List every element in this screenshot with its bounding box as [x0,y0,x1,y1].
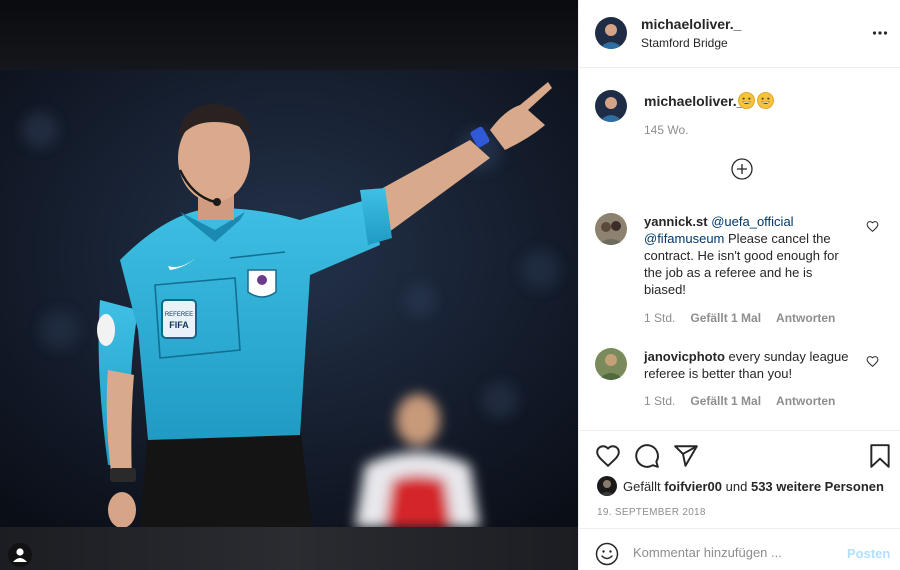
post-date[interactable]: 19. SEPTEMBER 2018 [597,507,706,518]
share-paper-plane-icon[interactable] [673,443,699,469]
grinning-face-icon [757,92,774,109]
comment-reply-button[interactable]: Antworten [776,311,835,325]
liked-by-prefix: Gefällt [623,478,661,494]
like-heart-icon[interactable] [595,443,621,469]
comment-input[interactable] [633,541,833,563]
post-side-panel: michaeloliver._ Stamford Bridge michaelo… [578,0,900,570]
caption-username[interactable]: michaeloliver._ [644,93,744,109]
comment-like-count[interactable]: Gefällt 1 Mal [690,394,761,408]
photo-top-letterbox [0,0,578,70]
caption-text [738,92,774,109]
commenter-avatar[interactable] [595,213,627,245]
author-username[interactable]: michaeloliver._ [641,16,741,32]
comment-text: yannick.st @uefa_official @fifamuseum Pl… [644,213,854,298]
comment-like-heart-icon[interactable] [866,355,879,368]
load-more-comments-icon[interactable] [731,158,753,180]
comment-mention[interactable]: @uefa_official [711,214,793,229]
photo-pane: REFEREE FIFA [0,0,578,570]
post-actions: Gefällt foifvier00 und 533 weitere Perso… [579,430,900,528]
caption-author-avatar[interactable] [595,90,627,122]
user-tag-icon[interactable] [8,543,32,567]
comment-like-heart-icon[interactable] [866,220,879,233]
comment-meta: 1 Std. Gefällt 1 Mal Antworten [644,394,835,408]
post-header: michaeloliver._ Stamford Bridge [579,0,900,68]
comments-section: michaeloliver._ 145 Wo. yannick.st @uefa… [579,68,900,430]
more-options-icon[interactable] [872,25,888,41]
photo-bottom-letterbox [0,527,578,570]
grinning-face-icon [738,92,755,109]
svg-text:FIFA: FIFA [169,320,189,330]
comment-text: janovicphoto every sunday league referee… [644,348,854,382]
comment-reply-button[interactable]: Antworten [776,394,835,408]
liked-by-user[interactable]: foifvier00 [664,479,722,494]
liked-by-connector: und [725,478,748,494]
comment-meta: 1 Std. Gefällt 1 Mal Antworten [644,311,835,325]
svg-text:REFEREE: REFEREE [165,312,193,318]
comment-username[interactable]: yannick.st [644,214,708,229]
comment-time[interactable]: 1 Std. [644,394,675,408]
liker-avatar[interactable] [597,476,617,496]
commenter-avatar[interactable] [595,348,627,380]
comment-time[interactable]: 1 Std. [644,311,675,325]
liked-by-summary: Gefällt foifvier00 und 533 weitere Perso… [597,476,884,496]
comment-mention[interactable]: @fifamuseum [644,231,724,246]
comment-like-count[interactable]: Gefällt 1 Mal [690,311,761,325]
emoji-smiley-icon[interactable] [595,542,619,566]
comment-bubble-icon[interactable] [634,443,660,469]
post-location[interactable]: Stamford Bridge [641,36,728,50]
post-photo[interactable]: REFEREE FIFA [0,70,578,527]
save-bookmark-icon[interactable] [867,443,893,469]
author-avatar[interactable] [595,17,627,49]
comment-username[interactable]: janovicphoto [644,349,725,364]
add-comment-bar: Posten [579,528,900,570]
liked-by-others[interactable]: 533 weitere Personen [751,479,884,494]
post-comment-button[interactable]: Posten [847,546,890,561]
caption-timestamp[interactable]: 145 Wo. [644,123,688,137]
